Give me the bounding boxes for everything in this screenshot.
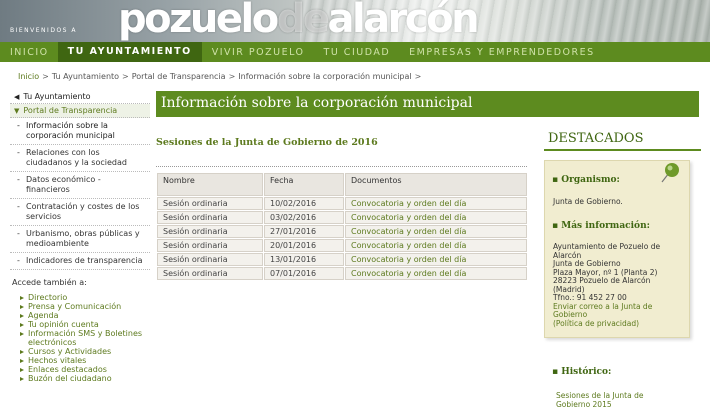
sidebar-sub[interactable]: ▼ Portal de Transparencia: [10, 104, 150, 118]
page-title: Información sobre la corporación municip…: [161, 95, 473, 111]
cell-documento-link[interactable]: Convocatoria y orden del día: [345, 225, 527, 238]
organismo-label: Organismo:: [561, 175, 620, 185]
info-line: Ayuntamiento de Pozuelo de Alarcón: [553, 242, 661, 260]
site-logo[interactable]: pozuelodealarcón: [118, 0, 480, 42]
nav-vivir-pozuelo[interactable]: VIVIR POZUELO: [202, 47, 314, 58]
cell-nombre: Sesión ordinaria: [157, 197, 263, 210]
logo-de: de: [276, 0, 330, 42]
also-item-directorio[interactable]: Directorio: [20, 293, 150, 302]
sidebar-item-indicadores[interactable]: Indicadores de transparencia: [10, 253, 150, 270]
also-item-opinion[interactable]: Tu opinión cuenta: [20, 320, 150, 329]
logo-main: pozuelo: [118, 0, 279, 42]
sidebar-item-corporacion[interactable]: Información sobre la corporación municip…: [10, 118, 150, 145]
breadcrumb-inicio[interactable]: Inicio: [18, 72, 39, 81]
table-row: Sesión ordinaria 07/01/2016 Convocatoria…: [157, 267, 527, 280]
sidebar-item-relaciones[interactable]: Relaciones con los ciudadanos y la socie…: [10, 145, 150, 172]
section-title: Sesiones de la Junta de Gobierno de 2016: [156, 137, 378, 148]
col-documentos: Documentos: [345, 173, 527, 196]
cell-nombre: Sesión ordinaria: [157, 225, 263, 238]
cell-documento-link[interactable]: Convocatoria y orden del día: [345, 267, 527, 280]
cell-documento-link[interactable]: Convocatoria y orden del día: [345, 197, 527, 210]
nav-tu-ayuntamiento[interactable]: TU AYUNTAMIENTO: [57, 42, 202, 62]
privacy-link[interactable]: (Política de privacidad): [553, 319, 683, 329]
cell-documento-link[interactable]: Convocatoria y orden del día: [345, 211, 527, 224]
logo-end: alarcón: [327, 0, 479, 42]
sidebar-item-urbanismo[interactable]: Urbanismo, obras públicas y medioambient…: [10, 226, 150, 253]
breadcrumb-sep: >: [122, 72, 129, 81]
mas-info-heading: ▪ Más información:: [552, 221, 650, 231]
cell-fecha: 10/02/2016: [264, 197, 344, 210]
sidebar: ◀ Tu Ayuntamiento ▼ Portal de Transparenci…: [10, 90, 150, 383]
cell-documento-link[interactable]: Convocatoria y orden del día: [345, 253, 527, 266]
also-item-agenda[interactable]: Agenda: [20, 311, 150, 320]
destacados-title: DESTACADOS: [544, 131, 701, 151]
nav-empresas[interactable]: EMPRESAS Y EMPRENDEDORES: [399, 47, 604, 58]
sidebar-head[interactable]: ◀ Tu Ayuntamiento: [10, 90, 150, 104]
cell-fecha: 20/01/2016: [264, 239, 344, 252]
sidebar-sub-label: Portal de Transparencia: [23, 106, 118, 115]
caret-left-icon: ◀: [14, 92, 20, 101]
cell-fecha: 07/01/2016: [264, 267, 344, 280]
table-row: Sesión ordinaria 10/02/2016 Convocatoria…: [157, 197, 527, 210]
sidebar-item-contratacion[interactable]: Contratación y costes de los servicios: [10, 199, 150, 226]
info-line: 28223 Pozuelo de Alarcón (Madrid): [553, 276, 651, 294]
email-link[interactable]: Enviar correo a la Junta de Gobierno: [553, 302, 683, 320]
caret-down-icon: ▼: [14, 106, 20, 115]
breadcrumb-sep: >: [414, 72, 422, 81]
col-nombre: Nombre: [157, 173, 263, 196]
organismo-value: Junta de Gobierno.: [553, 197, 623, 206]
breadcrumb: Inicio > Tu Ayuntamiento > Portal de Transpa…: [18, 72, 424, 81]
also-list: Directorio Prensa y Comunicación Agenda …: [10, 293, 150, 383]
info-note: ▪ Organismo: Junta de Gobierno. ▪ Más in…: [544, 160, 690, 338]
table-row: Sesión ordinaria 20/01/2016 Convocatoria…: [157, 239, 527, 252]
breadcrumb-sep: >: [228, 72, 236, 81]
table-row: Sesión ordinaria 27/01/2016 Convocatoria…: [157, 225, 527, 238]
cell-nombre: Sesión ordinaria: [157, 267, 263, 280]
table-row: Sesión ordinaria 13/01/2016 Convocatoria…: [157, 253, 527, 266]
sidebar-item-datos[interactable]: Datos económico - financieros: [10, 172, 150, 199]
table-header-row: Nombre Fecha Documentos: [157, 173, 527, 196]
breadcrumb-tu-ayuntamiento[interactable]: Tu Ayuntamiento: [52, 72, 119, 81]
historico-label: Histórico:: [561, 367, 612, 377]
cell-nombre: Sesión ordinaria: [157, 211, 263, 224]
main-nav: INICIO TU AYUNTAMIENTO VIVIR POZUELO TU …: [0, 42, 710, 62]
also-item-prensa[interactable]: Prensa y Comunicación: [20, 302, 150, 311]
site-header: BIENVENIDOS A pozuelodealarcón: [0, 0, 710, 42]
sidebar-head-label: Tu Ayuntamiento: [23, 92, 91, 101]
organismo-heading: ▪ Organismo:: [552, 175, 620, 185]
also-item-enlaces[interactable]: Enlaces destacados: [20, 365, 150, 374]
table-row: Sesión ordinaria 03/02/2016 Convocatoria…: [157, 211, 527, 224]
cell-documento-link[interactable]: Convocatoria y orden del día: [345, 239, 527, 252]
also-item-hechos[interactable]: Hechos vitales: [20, 356, 150, 365]
also-title: Accede también a:: [12, 278, 87, 287]
cell-fecha: 03/02/2016: [264, 211, 344, 224]
historico-link[interactable]: Sesiones de la Junta de Gobierno 2015: [556, 391, 676, 409]
historico-heading: ▪ Histórico:: [552, 367, 612, 377]
nav-inicio[interactable]: INICIO: [0, 47, 58, 58]
also-item-cursos[interactable]: Cursos y Actividades: [20, 347, 150, 356]
welcome-text: BIENVENIDOS A: [10, 27, 77, 34]
cell-fecha: 13/01/2016: [264, 253, 344, 266]
divider: [156, 166, 527, 167]
cell-fecha: 27/01/2016: [264, 225, 344, 238]
cell-nombre: Sesión ordinaria: [157, 253, 263, 266]
also-item-buzon[interactable]: Buzón del ciudadano: [20, 374, 150, 383]
mas-info-body: Ayuntamiento de Pozuelo de Alarcón Junta…: [553, 242, 683, 329]
breadcrumb-portal[interactable]: Portal de Transparencia: [132, 72, 226, 81]
breadcrumb-current: Información sobre la corporación municip…: [238, 72, 412, 81]
also-item-sms[interactable]: Información SMS y Boletines electrónicos: [20, 329, 150, 347]
cell-nombre: Sesión ordinaria: [157, 239, 263, 252]
sessions-table: Nombre Fecha Documentos Sesión ordinaria…: [156, 172, 528, 281]
nav-tu-ciudad[interactable]: TU CIUDAD: [314, 47, 400, 58]
breadcrumb-sep: >: [42, 72, 49, 81]
col-fecha: Fecha: [264, 173, 344, 196]
pushpin-icon: [661, 163, 679, 183]
mas-info-label: Más información:: [561, 221, 650, 231]
